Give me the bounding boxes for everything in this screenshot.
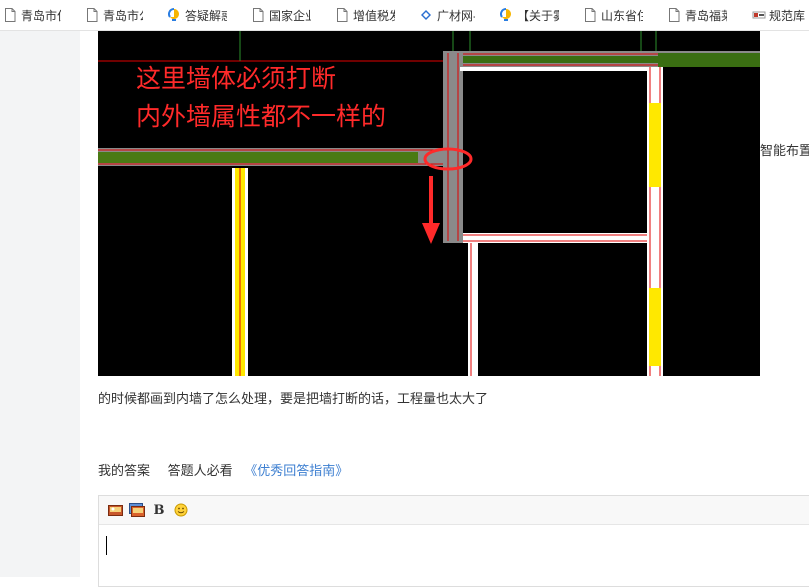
bulb-icon — [168, 8, 180, 22]
bookmark-item[interactable]: 【关于雾 — [496, 0, 566, 30]
bulb-icon — [500, 8, 512, 22]
bookmark-label: 【关于雾 — [517, 8, 559, 23]
bookmark-item[interactable]: 青岛福莱 — [664, 0, 734, 30]
bookmark-item[interactable]: 规范库 — [748, 0, 809, 30]
bookmark-label: 广材网- — [437, 8, 475, 23]
bookmark-item[interactable]: 答疑解惑 — [164, 0, 234, 30]
bookmark-item[interactable]: 广材网- — [416, 0, 482, 30]
bookmark-item[interactable]: 青岛市住 — [0, 0, 68, 30]
page-icon — [252, 8, 264, 22]
question-screenshot: 这里墙体必须打断 内外墙属性都不一样的 — [98, 31, 760, 376]
bookmark-label: 增值税发 — [353, 8, 395, 23]
bookmark-label: 青岛市住 — [21, 8, 61, 23]
page-icon — [86, 8, 98, 22]
bookmark-label: 规范库 — [769, 8, 806, 23]
image-icon[interactable] — [107, 502, 123, 518]
annotation-line-2: 内外墙属性都不一样的 — [136, 102, 387, 131]
bookmark-label: 青岛市公 — [103, 8, 143, 23]
answer-editor[interactable]: B — [98, 495, 809, 587]
answer-bar: 我的答案 答题人必看 《优秀回答指南》 — [98, 460, 362, 479]
page-icon — [336, 8, 348, 22]
emoji-icon[interactable] — [173, 502, 189, 518]
logo-icon — [752, 8, 766, 22]
editor-toolbar: B — [99, 496, 809, 525]
page-icon — [668, 8, 680, 22]
bookmarks-bar: 青岛市住青岛市公答疑解惑国家企业增值税发广材网-【关于雾山东省住青岛福莱规范库三 — [0, 0, 809, 31]
bold-icon[interactable]: B — [151, 502, 167, 518]
annotation-line-1: 这里墙体必须打断 — [136, 64, 337, 93]
bookmark-item[interactable]: 增值税发 — [332, 0, 402, 30]
bookmark-item[interactable]: 青岛市公 — [82, 0, 150, 30]
side-text: 智能布置 — [760, 143, 809, 158]
guide-link[interactable]: 《优秀回答指南》 — [244, 463, 348, 478]
my-answer-label: 我的答案 — [98, 463, 151, 478]
page-icon — [4, 8, 16, 22]
left-gutter — [0, 31, 80, 577]
bookmark-item[interactable]: 山东省住 — [580, 0, 650, 30]
text-cursor — [106, 536, 107, 555]
bookmark-label: 青岛福莱 — [685, 8, 727, 23]
question-text: 的时候都画到内墙了怎么处理，要是把墙打断的话，工程量也太大了 — [98, 391, 489, 406]
photo-icon[interactable] — [129, 502, 145, 518]
page-icon — [584, 8, 596, 22]
diamond-icon — [420, 8, 432, 22]
bookmark-label: 山东省住 — [601, 8, 643, 23]
bookmark-item[interactable]: 国家企业 — [248, 0, 318, 30]
bookmark-label: 答疑解惑 — [185, 8, 227, 23]
bookmark-label: 国家企业 — [269, 8, 311, 23]
must-read-label: 答题人必看 — [167, 463, 233, 478]
